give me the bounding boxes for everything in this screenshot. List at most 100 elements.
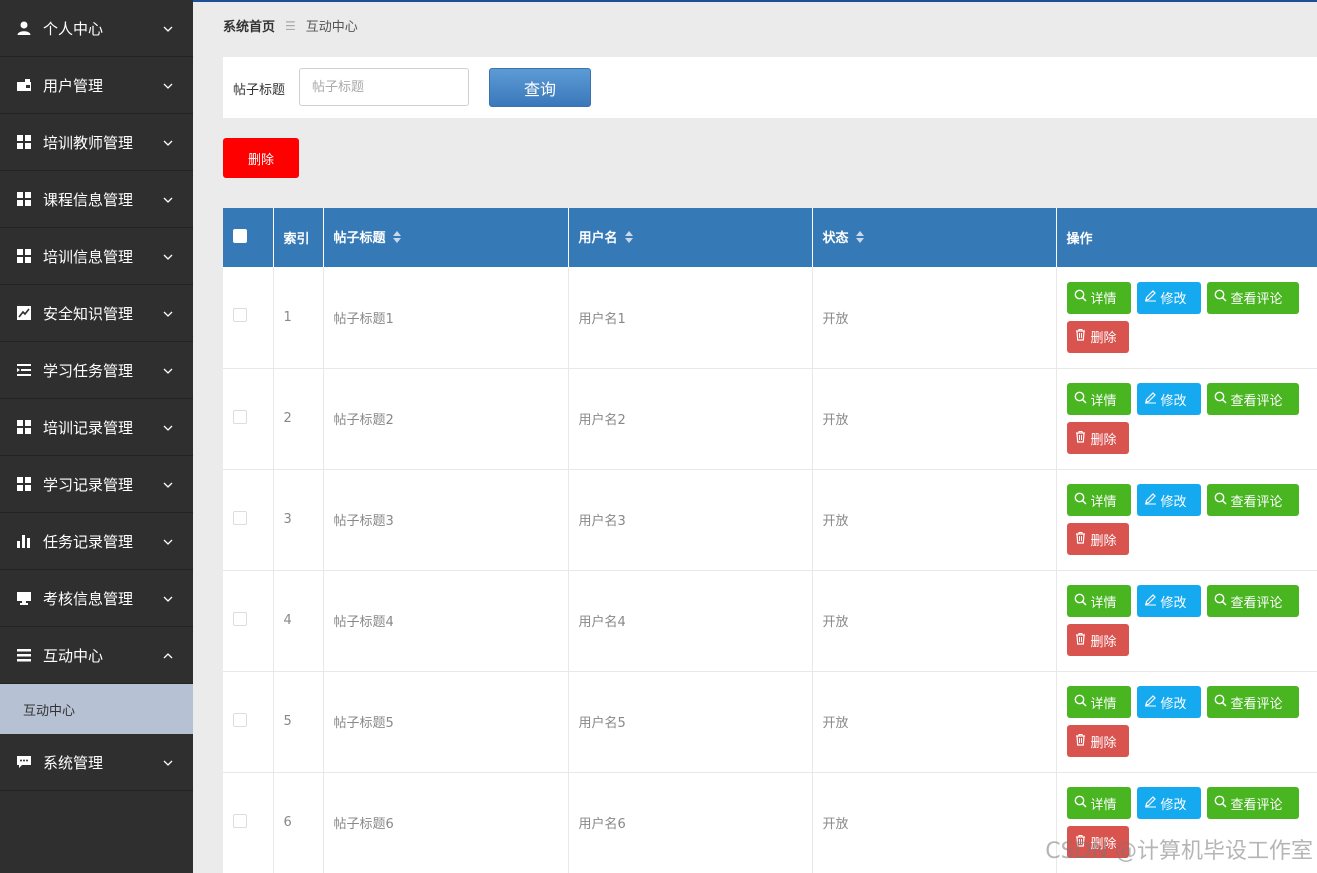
sidebar-item-11[interactable]: 互动中心 <box>0 627 193 684</box>
edit-button[interactable]: 修改 <box>1136 787 1201 819</box>
sidebar-item-1[interactable]: 用户管理 <box>0 57 193 114</box>
sidebar-item-label: 系统管理 <box>43 753 104 772</box>
row-checkbox-cell <box>223 570 274 671</box>
submenu-item-active[interactable]: 互动中心 <box>0 684 193 734</box>
sort-icon[interactable] <box>624 230 634 248</box>
breadcrumb-home[interactable]: 系统首页 <box>223 16 275 35</box>
main-content: 系统首页 ☰ 互动中心 帖子标题 查询 删除 索引 帖子标题 用户名 状态 操作 <box>193 0 1317 873</box>
detail-button[interactable]: 详情 <box>1066 585 1131 617</box>
edit-label: 修改 <box>1160 696 1187 712</box>
sidebar-item-label: 学习任务管理 <box>43 361 134 380</box>
row-delete-button[interactable]: 删除 <box>1066 624 1129 656</box>
comments-label: 查看评论 <box>1230 696 1283 712</box>
sidebar-item-label: 个人中心 <box>43 19 104 38</box>
view-comments-button[interactable]: 查看评论 <box>1206 585 1299 617</box>
sidebar-item-4[interactable]: 培训信息管理 <box>0 228 193 285</box>
search-button[interactable]: 查询 <box>489 68 591 107</box>
edit-button[interactable]: 修改 <box>1136 281 1201 314</box>
chevron-down-icon <box>163 533 173 545</box>
table-row: 2 帖子标题2 用户名2 开放 详情 修改 查看评论 删除 <box>223 368 1317 469</box>
pencil-icon <box>1144 492 1161 509</box>
sidebar-item-0[interactable]: 个人中心 <box>0 0 193 57</box>
row-checkbox[interactable] <box>233 308 247 323</box>
sidebar-item-9[interactable]: 任务记录管理 <box>0 513 193 570</box>
sidebar-item-7[interactable]: 培训记录管理 <box>0 399 193 456</box>
header-checkbox-cell <box>223 208 274 267</box>
search-icon <box>1214 391 1231 408</box>
cell-status: 开放 <box>812 267 1057 368</box>
view-comments-button[interactable]: 查看评论 <box>1206 484 1299 516</box>
cell-index: 1 <box>273 267 324 368</box>
breadcrumb: 系统首页 ☰ 互动中心 <box>223 16 358 36</box>
chevron-down-icon <box>163 191 173 203</box>
edit-button[interactable]: 修改 <box>1136 484 1201 516</box>
sidebar-item-12[interactable]: 系统管理 <box>0 734 193 791</box>
detail-button[interactable]: 详情 <box>1066 281 1131 314</box>
sort-icon[interactable] <box>855 230 865 248</box>
delete-label: 删除 <box>1090 634 1117 650</box>
view-comments-button[interactable]: 查看评论 <box>1206 281 1299 314</box>
sidebar-item-label: 培训记录管理 <box>43 418 134 437</box>
view-comments-button[interactable]: 查看评论 <box>1206 383 1299 415</box>
chevron-up-icon <box>163 647 173 659</box>
detail-button[interactable]: 详情 <box>1066 484 1131 516</box>
select-all-checkbox[interactable] <box>233 228 247 243</box>
row-checkbox[interactable] <box>233 813 247 828</box>
chevron-down-icon <box>163 134 173 146</box>
row-checkbox[interactable] <box>233 510 247 525</box>
sidebar-item-2[interactable]: 培训教师管理 <box>0 114 193 171</box>
sidebar-item-3[interactable]: 课程信息管理 <box>0 171 193 228</box>
edit-button[interactable]: 修改 <box>1136 686 1201 718</box>
row-checkbox[interactable] <box>233 712 247 727</box>
cell-username: 用户名5 <box>568 671 813 772</box>
trash-icon <box>1074 632 1091 649</box>
detail-label: 详情 <box>1090 393 1117 409</box>
detail-button[interactable]: 详情 <box>1066 686 1131 718</box>
batch-delete-button[interactable]: 删除 <box>223 138 299 178</box>
cell-title: 帖子标题1 <box>323 267 569 368</box>
header-status[interactable]: 状态 <box>812 208 1057 267</box>
row-delete-button[interactable]: 删除 <box>1066 320 1129 353</box>
search-icon <box>1214 795 1231 812</box>
detail-button[interactable]: 详情 <box>1066 383 1131 415</box>
row-delete-button[interactable]: 删除 <box>1066 523 1129 555</box>
view-comments-button[interactable]: 查看评论 <box>1206 787 1299 819</box>
comments-label: 查看评论 <box>1230 292 1283 308</box>
header-username[interactable]: 用户名 <box>568 208 813 267</box>
grid-icon <box>15 419 32 436</box>
cell-actions: 详情 修改 查看评论删除 <box>1056 368 1317 469</box>
row-checkbox[interactable] <box>233 409 247 424</box>
comments-label: 查看评论 <box>1230 595 1283 611</box>
sidebar-item-label: 学习记录管理 <box>43 475 134 494</box>
sidebar-item-6[interactable]: 学习任务管理 <box>0 342 193 399</box>
row-delete-button[interactable]: 删除 <box>1066 725 1129 757</box>
edit-button[interactable]: 修改 <box>1136 383 1201 415</box>
search-input[interactable] <box>299 68 469 106</box>
chevron-down-icon <box>163 305 173 317</box>
sidebar-item-8[interactable]: 学习记录管理 <box>0 456 193 513</box>
trash-icon <box>1074 531 1091 548</box>
detail-button[interactable]: 详情 <box>1066 787 1131 819</box>
line-chart-icon <box>15 305 32 322</box>
edit-button[interactable]: 修改 <box>1136 585 1201 617</box>
edit-label: 修改 <box>1160 292 1187 308</box>
row-checkbox[interactable] <box>233 611 247 626</box>
breadcrumb-current: 互动中心 <box>305 20 358 35</box>
table-header: 索引 帖子标题 用户名 状态 操作 <box>223 208 1317 267</box>
edit-label: 修改 <box>1160 393 1187 409</box>
search-icon <box>1214 492 1231 509</box>
table-row: 3 帖子标题3 用户名3 开放 详情 修改 查看评论 删除 <box>223 469 1317 570</box>
grid-icon <box>15 191 32 208</box>
sidebar-item-5[interactable]: 安全知识管理 <box>0 285 193 342</box>
header-title[interactable]: 帖子标题 <box>323 208 569 267</box>
search-panel: 帖子标题 查询 <box>223 57 1317 118</box>
cell-title: 帖子标题3 <box>323 469 569 570</box>
sort-icon[interactable] <box>392 230 402 248</box>
view-comments-button[interactable]: 查看评论 <box>1206 686 1299 718</box>
sidebar-item-10[interactable]: 考核信息管理 <box>0 570 193 627</box>
pencil-icon <box>1144 694 1161 711</box>
row-delete-button[interactable]: 删除 <box>1066 422 1129 454</box>
detail-label: 详情 <box>1090 595 1117 611</box>
wallet-icon <box>15 77 32 94</box>
cell-username: 用户名3 <box>568 469 813 570</box>
